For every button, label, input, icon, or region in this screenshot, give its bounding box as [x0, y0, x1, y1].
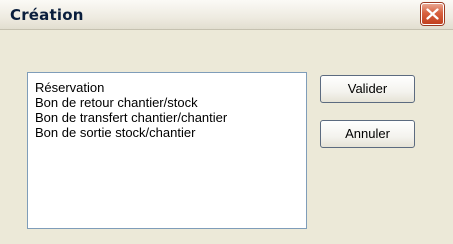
- list-item-reservation[interactable]: Réservation: [35, 80, 306, 95]
- close-icon: [426, 8, 439, 20]
- creation-type-listbox[interactable]: Réservation Bon de retour chantier/stock…: [27, 72, 307, 229]
- creation-dialog: Création Réservation Bon de retour chant…: [0, 0, 453, 244]
- validate-button[interactable]: Valider: [320, 75, 415, 103]
- window-title: Création: [10, 6, 84, 24]
- cancel-button[interactable]: Annuler: [320, 120, 415, 148]
- title-bar[interactable]: Création: [0, 0, 453, 30]
- list-item-bon-transfert[interactable]: Bon de transfert chantier/chantier: [35, 110, 306, 125]
- close-button[interactable]: [421, 3, 444, 25]
- list-item-bon-sortie[interactable]: Bon de sortie stock/chantier: [35, 125, 306, 140]
- list-item-bon-retour[interactable]: Bon de retour chantier/stock: [35, 95, 306, 110]
